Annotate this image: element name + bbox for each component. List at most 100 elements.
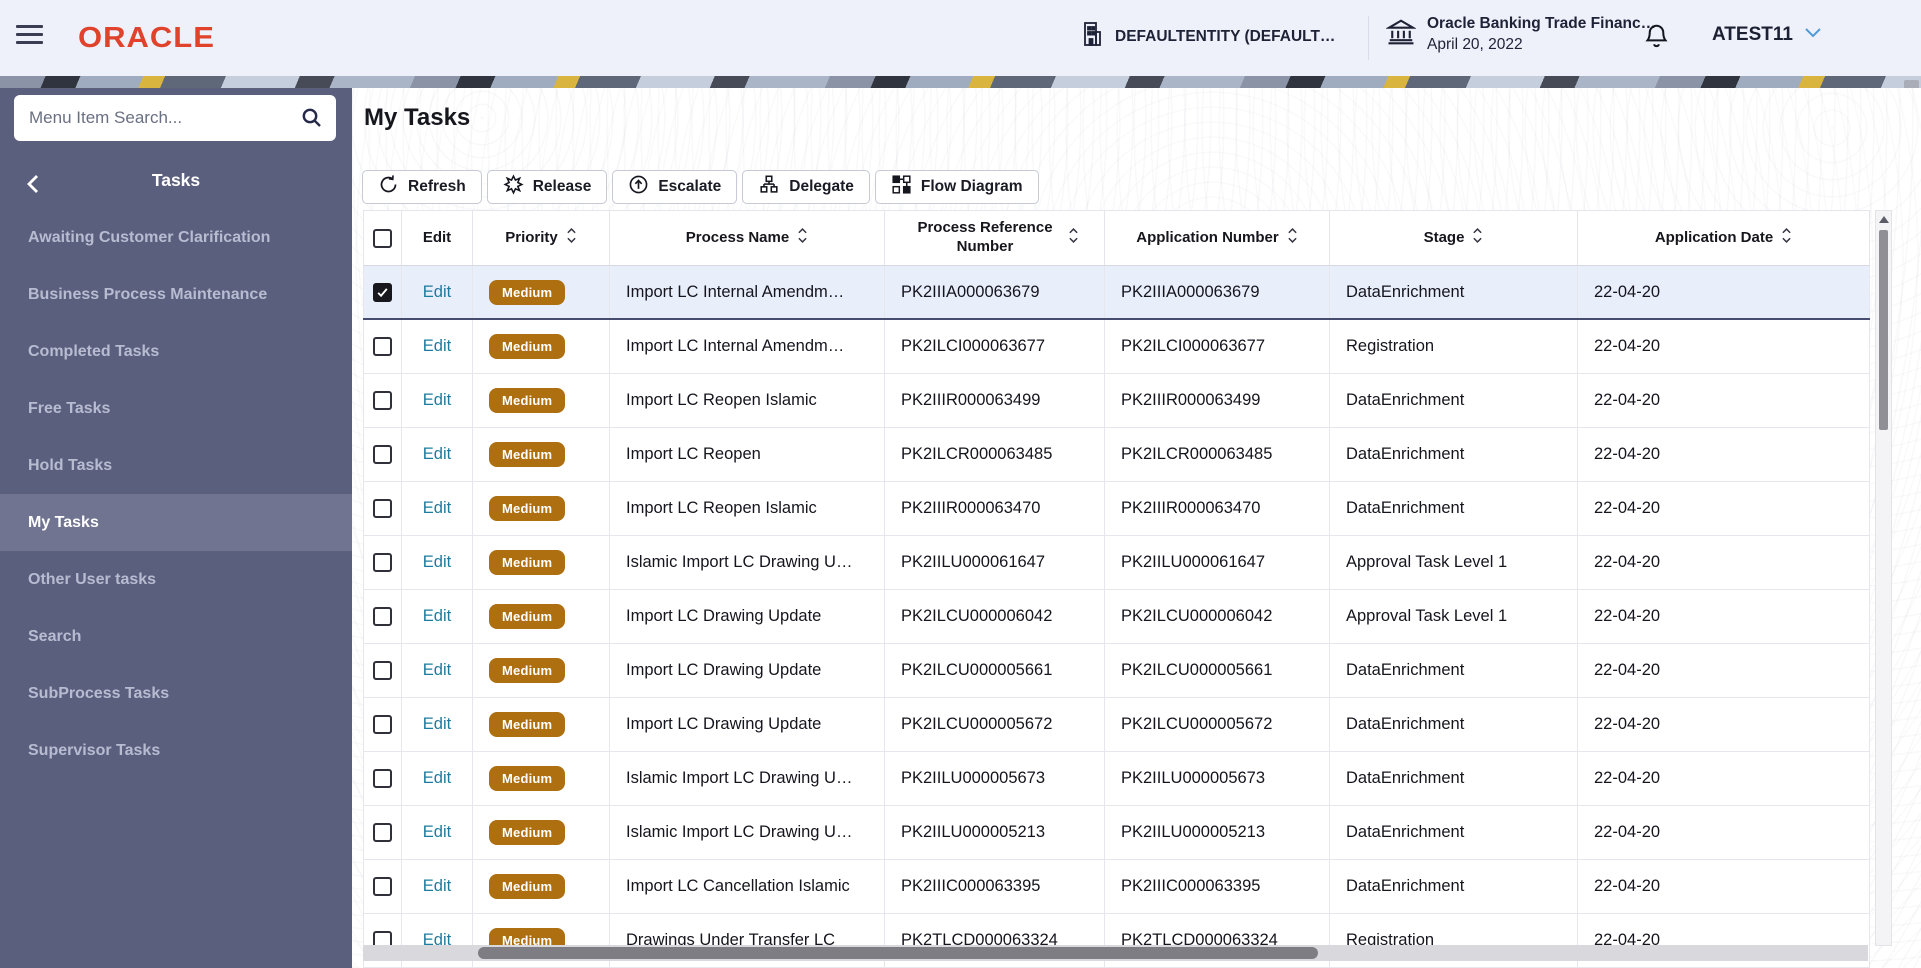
scroll-up-arrow[interactable]: [1876, 211, 1891, 227]
select-all-checkbox[interactable]: [373, 228, 392, 248]
edit-link[interactable]: Edit: [423, 499, 451, 518]
sidebar-item-completed-tasks[interactable]: Completed Tasks: [0, 323, 352, 380]
application-number-cell: PK2IILU000061647: [1105, 536, 1330, 589]
process-name-cell: Islamic Import LC Drawing U…: [610, 536, 885, 589]
branch-info[interactable]: Oracle Banking Trade Financ… April 20, 2…: [1385, 14, 1656, 56]
flow-diagram-button[interactable]: Flow Diagram: [874, 170, 1039, 204]
priority-badge: Medium: [489, 658, 566, 683]
escalate-button[interactable]: Escalate: [612, 170, 738, 204]
sidebar-item-free-tasks[interactable]: Free Tasks: [0, 380, 352, 437]
priority-badge: Medium: [489, 496, 566, 521]
hamburger-menu-icon[interactable]: [16, 25, 44, 51]
release-icon: [503, 174, 524, 200]
edit-link[interactable]: Edit: [423, 877, 451, 896]
application-date-cell: 22-04-20: [1578, 374, 1870, 427]
sidebar-item-other-user-tasks[interactable]: Other User tasks: [0, 551, 352, 608]
process-name-cell: Import LC Drawing Update: [610, 698, 885, 751]
priority-badge: Medium: [489, 334, 566, 359]
vertical-scroll-thumb[interactable]: [1879, 230, 1888, 430]
sort-icon[interactable]: [1781, 226, 1792, 251]
user-menu[interactable]: ATEST11: [1712, 24, 1822, 46]
edit-link[interactable]: Edit: [423, 391, 451, 410]
sidebar-section-header: Tasks: [0, 160, 352, 200]
application-number-cell: PK2IIIR000063470: [1105, 482, 1330, 535]
stage-cell: Registration: [1330, 320, 1578, 373]
edit-link[interactable]: Edit: [423, 823, 451, 842]
sidebar-item-supervisor-tasks[interactable]: Supervisor Tasks: [0, 722, 352, 779]
table-row: Edit Medium Import LC Reopen PK2ILCR0000…: [363, 428, 1870, 482]
row-checkbox[interactable]: [373, 445, 392, 464]
refresh-button[interactable]: Refresh: [362, 170, 482, 204]
stage-cell: DataEnrichment: [1330, 698, 1578, 751]
header-stage[interactable]: Stage: [1330, 211, 1578, 265]
edit-link[interactable]: Edit: [423, 661, 451, 680]
sidebar-item-business-process-maintenance[interactable]: Business Process Maintenance: [0, 266, 352, 323]
sort-icon[interactable]: [1068, 226, 1079, 251]
row-checkbox[interactable]: [373, 769, 392, 788]
edit-link[interactable]: Edit: [423, 715, 451, 734]
search-icon[interactable]: [300, 106, 324, 130]
notifications-bell-icon[interactable]: [1643, 22, 1670, 57]
edit-link[interactable]: Edit: [423, 445, 451, 464]
menu-search-input[interactable]: [14, 95, 300, 141]
edit-link[interactable]: Edit: [423, 283, 451, 302]
application-date-cell: 22-04-20: [1578, 752, 1870, 805]
stage-cell: DataEnrichment: [1330, 806, 1578, 859]
delegate-icon: [758, 174, 780, 201]
sidebar-item-my-tasks[interactable]: My Tasks: [0, 494, 352, 551]
application-number-cell: PK2ILCI000063677: [1105, 320, 1330, 373]
edit-link[interactable]: Edit: [423, 337, 451, 356]
building-icon: [1080, 20, 1104, 53]
row-checkbox[interactable]: [373, 715, 392, 734]
process-reference-cell: PK2IIIR000063499: [885, 374, 1105, 427]
header-process-name[interactable]: Process Name: [610, 211, 885, 265]
sort-icon[interactable]: [1472, 226, 1483, 251]
sort-icon[interactable]: [566, 226, 577, 251]
release-button[interactable]: Release: [486, 170, 608, 204]
row-checkbox[interactable]: [373, 499, 392, 518]
sidebar-item-subprocess-tasks[interactable]: SubProcess Tasks: [0, 665, 352, 722]
application-date-cell: 22-04-20: [1578, 590, 1870, 643]
table-horizontal-scrollbar[interactable]: [363, 945, 1868, 961]
stage-cell: Approval Task Level 1: [1330, 590, 1578, 643]
sidebar-item-hold-tasks[interactable]: Hold Tasks: [0, 437, 352, 494]
flow-diagram-icon: [891, 174, 912, 200]
process-reference-cell: PK2ILCU000005672: [885, 698, 1105, 751]
process-reference-cell: PK2ILCU000005661: [885, 644, 1105, 697]
sidebar-item-awaiting-customer-clarification[interactable]: Awaiting Customer Clarification: [0, 209, 352, 266]
header-application-date[interactable]: Application Date: [1578, 211, 1870, 265]
header-application-number[interactable]: Application Number: [1105, 211, 1330, 265]
row-checkbox[interactable]: [373, 823, 392, 842]
sidebar-section-title: Tasks: [151, 170, 201, 190]
header-divider: [1368, 16, 1369, 60]
entity-selector[interactable]: DEFAULTENTITY (DEFAULT…: [1080, 20, 1335, 53]
row-checkbox[interactable]: [373, 391, 392, 410]
edit-link[interactable]: Edit: [423, 607, 451, 626]
edit-link[interactable]: Edit: [423, 769, 451, 788]
application-number-cell: PK2ILCU000005672: [1105, 698, 1330, 751]
application-number-cell: PK2ILCU000006042: [1105, 590, 1330, 643]
header-priority[interactable]: Priority: [473, 211, 610, 265]
application-number-cell: PK2ILCU000005661: [1105, 644, 1330, 697]
row-checkbox[interactable]: [373, 877, 392, 896]
sort-icon[interactable]: [1287, 226, 1298, 251]
row-checkbox[interactable]: [373, 661, 392, 680]
stage-cell: DataEnrichment: [1330, 644, 1578, 697]
row-checkbox[interactable]: [373, 337, 392, 356]
application-number-cell: PK2IIIC000063395: [1105, 860, 1330, 913]
application-number-cell: PK2IIIA000063679: [1105, 266, 1330, 318]
sort-icon[interactable]: [797, 226, 808, 251]
back-chevron-icon[interactable]: [26, 170, 40, 210]
edit-link[interactable]: Edit: [423, 553, 451, 572]
header-process-reference-number[interactable]: Process Reference Number: [885, 211, 1105, 265]
row-checkbox[interactable]: [373, 607, 392, 626]
process-name-cell: Import LC Internal Amendm…: [610, 320, 885, 373]
table-vertical-scrollbar[interactable]: [1875, 210, 1892, 946]
delegate-button[interactable]: Delegate: [742, 170, 870, 204]
table-row: Edit Medium Import LC Cancellation Islam…: [363, 860, 1870, 914]
row-checkbox[interactable]: [373, 553, 392, 572]
row-checkbox[interactable]: [373, 282, 392, 302]
sidebar-item-search[interactable]: Search: [0, 608, 352, 665]
horizontal-scroll-thumb[interactable]: [478, 947, 1318, 959]
application-number-cell: PK2ILCR000063485: [1105, 428, 1330, 481]
